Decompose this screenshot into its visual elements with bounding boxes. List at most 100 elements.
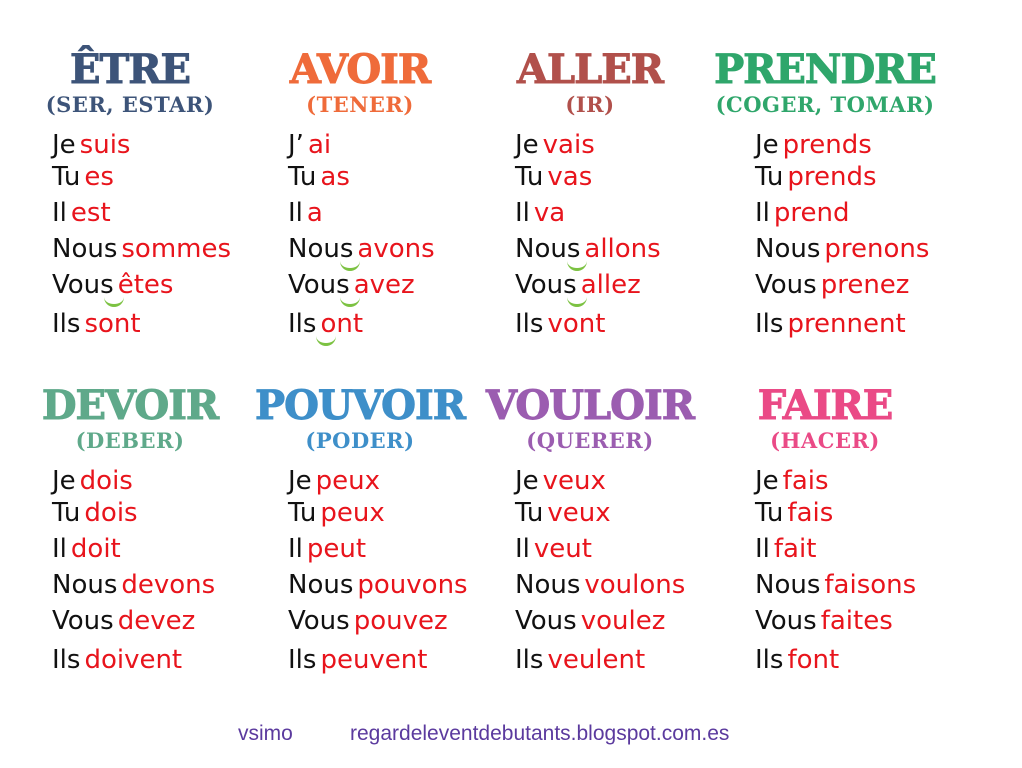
conjugation-row: Ils veulent [515, 645, 645, 675]
footer-author: vsimo [238, 722, 293, 745]
pronoun: Vous [52, 606, 114, 636]
pronoun: Ils [288, 645, 317, 675]
verb-form: sont [84, 309, 141, 339]
verb-form: avez [353, 270, 415, 300]
pronoun: Je [515, 130, 539, 160]
verb-form: dois [79, 466, 133, 496]
conjugation-row: Nous devons [52, 570, 215, 600]
conjugation-row: Ils peuvent [288, 645, 427, 675]
verb-form: êtes [117, 270, 174, 300]
conjugation-row: Ils font [755, 645, 839, 675]
verb-form: prenons [824, 234, 930, 264]
verb-form: va [533, 198, 566, 228]
conjugation-row: Tu vas [515, 162, 592, 192]
verb-translation: (IR) [565, 92, 615, 117]
pronoun: Je [52, 466, 76, 496]
pronoun: Il [52, 534, 67, 564]
verb-form: a [306, 198, 323, 228]
pronoun: Je [755, 466, 779, 496]
pronoun: Il [755, 534, 770, 564]
verb-form: pouvons [357, 570, 468, 600]
verb-form: avons [357, 234, 435, 264]
conjugation-row: Il veut [515, 534, 592, 564]
verb-block: VOULOIR (QUERER) [470, 383, 710, 454]
verb-form: faites [820, 606, 893, 636]
verb-form: vais [542, 130, 595, 160]
conjugation-row: Tu as [288, 162, 350, 192]
conjugation-row: Je prends [755, 130, 872, 160]
pronoun: Il [515, 198, 530, 228]
conjugation-row: Je veux [515, 466, 606, 496]
pronoun: Tu [52, 498, 81, 528]
conjugation-row: Il prend [755, 198, 850, 228]
verb-form: doit [70, 534, 121, 564]
pronoun: Nous [288, 570, 354, 600]
verb-form: veut [533, 534, 592, 564]
verb-form: prend [773, 198, 850, 228]
verb-translation: (QUERER) [526, 428, 654, 453]
verb-translation: (HACER) [770, 428, 880, 453]
verb-form: veux [542, 466, 606, 496]
conjugation-row: Il va [515, 198, 565, 228]
verb-block: ALLER (IR) [470, 46, 710, 118]
pronoun: Ils [755, 309, 784, 339]
conjugation-row: Il fait [755, 534, 816, 564]
verb-form: pouvez [353, 606, 448, 636]
verb-title: ALLER [516, 46, 664, 93]
pronoun: Je [288, 466, 312, 496]
verb-form: font [787, 645, 840, 675]
pronoun: Tu [288, 162, 317, 192]
verb-form: peut [306, 534, 367, 564]
conjugation-row: Je fais [755, 466, 829, 496]
verb-title: POUVOIR [255, 382, 467, 429]
verb-form: prenez [820, 270, 910, 300]
verb-translation: (COGER, TOMAR) [715, 92, 935, 117]
verb-form: vont [547, 309, 606, 339]
conjugation-row: Ils doivent [52, 645, 182, 675]
pronoun: Vous [755, 270, 817, 300]
verb-form: prends [787, 162, 877, 192]
verb-form: es [84, 162, 114, 192]
verb-translation: (DEBER) [75, 428, 185, 453]
conjugation-row: Tu peux [288, 498, 385, 528]
pronoun: Tu [515, 498, 544, 528]
verb-form: prennent [787, 309, 906, 339]
conjugation-row: Tu fais [755, 498, 833, 528]
pronoun: Tu [515, 162, 544, 192]
verb-form: allons [584, 234, 661, 264]
verb-form: as [320, 162, 350, 192]
conjugation-row: Je peux [288, 466, 380, 496]
verb-form: veulent [547, 645, 646, 675]
verb-form: ai [307, 130, 332, 160]
verb-form: suis [79, 130, 131, 160]
conjugation-row: Il peut [288, 534, 366, 564]
liaison-mark [104, 294, 124, 307]
pronoun: Vous [755, 606, 817, 636]
pronoun: Nous [515, 570, 581, 600]
conjugation-row: Vous prenez [755, 270, 909, 300]
pronoun: J’ [288, 130, 304, 160]
verb-form: doivent [84, 645, 183, 675]
verb-form: sommes [121, 234, 232, 264]
pronoun: Ils [515, 645, 544, 675]
verb-form: veux [547, 498, 611, 528]
conjugation-row: Nous pouvons [288, 570, 468, 600]
verb-translation: (TENER) [306, 92, 414, 117]
verb-form: peux [315, 466, 381, 496]
verb-form: fait [773, 534, 817, 564]
conjugation-row: Nous voulons [515, 570, 685, 600]
conjugation-row: Nous sommes [52, 234, 231, 264]
pronoun: Nous [755, 234, 821, 264]
verb-title: ÊTRE [70, 46, 192, 93]
conjugation-row: J’ ai [288, 130, 331, 160]
verb-block: FAIRE (HACER) [705, 382, 945, 454]
verb-title: FAIRE [757, 382, 894, 429]
pronoun: Je [755, 130, 779, 160]
conjugation-row: Il est [52, 198, 111, 228]
pronoun: Il [515, 534, 530, 564]
pronoun: Il [288, 534, 303, 564]
pronoun: Ils [755, 645, 784, 675]
pronoun: Nous [755, 570, 821, 600]
verb-form: faisons [824, 570, 917, 600]
verb-title: PRENDRE [714, 46, 938, 93]
